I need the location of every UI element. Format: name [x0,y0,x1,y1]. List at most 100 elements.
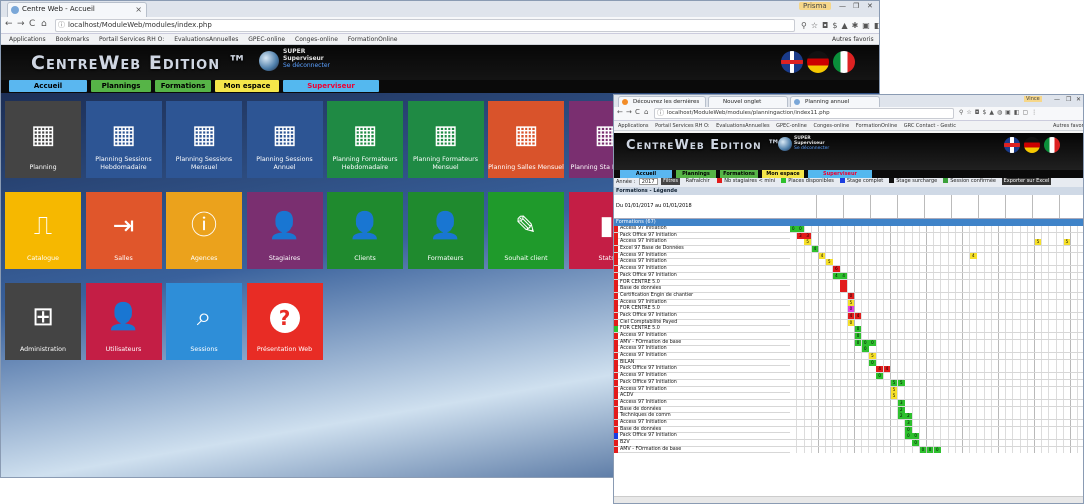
session-cell[interactable]: 5 [898,379,905,386]
table-row[interactable]: Base de données [614,286,1083,293]
session-cell[interactable]: 0 [862,346,869,353]
tile-5[interactable]: ▦ Planning Formateurs Hebdomadaire [327,101,403,178]
session-cell[interactable]: 0 [934,446,941,453]
bookmark-item[interactable]: Applications [9,36,46,43]
bookmark-item[interactable]: Portail Services RH O: [655,123,709,129]
bookmark-item[interactable]: Conges-online [295,36,338,43]
forward-icon[interactable]: → [17,19,25,29]
tab-accueil[interactable]: Centre Web - Accueil × [7,2,147,17]
table-row[interactable]: Access 97 Initiation 5 5 5 [614,239,1083,247]
logout-link[interactable]: Se déconnecter [283,62,330,70]
session-cell[interactable]: 4 [840,272,847,279]
flag-it-icon[interactable] [1044,137,1060,153]
table-row[interactable]: Access 97 Initiation 5 [614,259,1083,267]
session-cell[interactable]: 5 [847,299,855,306]
session-cell[interactable]: 0 [869,339,876,346]
bookmark-item[interactable]: Portail Services RH O: [99,36,164,43]
bookmark-item[interactable]: Conges-online [813,123,849,129]
tile-6[interactable]: ▦ Planning Formateurs Mensuel [407,101,484,178]
session-cell[interactable]: 0 [905,426,912,433]
session-cell[interactable]: 0 [847,319,855,326]
table-row[interactable]: Certification Engin de chantier 0 [614,292,1083,300]
table-row[interactable]: B2V 0 [614,440,1083,447]
table-row[interactable]: AMV - FOrmation de base 0 0 0 [614,446,1083,454]
menu-superviseur[interactable]: Superviseur [808,170,872,178]
tile-19[interactable]: ⌕ Sessions [166,283,242,360]
tile-17[interactable]: ⊞ Administration [5,283,81,360]
table-row[interactable]: ACDV 5 [614,393,1083,400]
session-cell[interactable]: 4 [854,312,862,319]
session-cell[interactable]: 4 [811,246,819,253]
table-row[interactable]: Access 97 Initiation 3 [614,399,1083,407]
back-icon[interactable]: ← [5,19,13,29]
menu-formations[interactable]: Formations [155,80,211,92]
horizontal-scrollbar[interactable] [614,496,1083,503]
flag-it-icon[interactable] [833,51,855,73]
session-cell[interactable]: 0 [912,440,919,446]
session-cell[interactable]: 5 [804,239,811,246]
session-cell[interactable] [840,279,847,286]
session-cell[interactable]: 0 [869,359,876,366]
table-row[interactable]: Access 97 Initiation 0 [614,346,1083,354]
flag-de-icon[interactable] [1024,137,1040,153]
tile-1[interactable]: ▦ Planning [5,101,81,178]
menu-accueil[interactable]: Accueil [9,80,87,92]
tile-7[interactable]: ▦ Planning Salles Mensuel [488,101,564,178]
bookmark-item[interactable]: GRC Contact - Gestic [904,123,956,129]
session-cell[interactable]: 5 [1034,239,1042,246]
table-row[interactable]: FOR CENTRE 5.0 0 [614,326,1083,333]
tile-12[interactable]: 👤 Stagiaires [246,192,323,269]
table-row[interactable]: Pack Office 97 Initiation 0 0 [614,433,1083,440]
table-row[interactable]: Access 97 Initiation 0 [614,373,1083,380]
menu-superviseur[interactable]: Superviseur [283,80,379,92]
tile-14[interactable]: 👤 Formateurs [407,192,484,269]
session-cell[interactable]: 0 [797,226,804,232]
url-input[interactable]: ⓘ localhost/ModuleWeb/modules/planningact… [654,108,954,119]
session-cell[interactable]: 0 [790,226,797,232]
session-cell[interactable]: 4 [876,366,883,373]
tile-15[interactable]: ✎ Souhait client [488,192,564,269]
close-tab-icon[interactable]: × [135,3,142,16]
menu-accueil[interactable]: Accueil [620,170,672,178]
table-row[interactable]: Pack Office 97 Initiation 4 4 [614,312,1083,320]
session-cell[interactable]: 4 [883,366,891,373]
table-row[interactable]: Pack Office 97 Initiation 4 4 [614,272,1083,280]
session-cell[interactable]: 0 [847,292,855,299]
close-window-icon[interactable]: ✕ [867,2,873,10]
session-cell[interactable]: 0 [854,339,862,346]
tab-nouvel-onglet[interactable]: Nouvel onglet [708,96,788,107]
table-row[interactable]: AMV - FOrmation de base 0 0 0 [614,339,1083,347]
url-input[interactable]: ⓘ localhost/ModuleWeb/modules/index.php [55,19,795,32]
session-cell[interactable]: 4 [833,272,840,279]
extension-icons[interactable]: ⚲☆◘$▲✱▣◧▢⋮ [801,21,879,30]
table-row[interactable]: Pack Office 97 Initiation 5 5 [614,379,1083,387]
session-cell[interactable]: 0 [905,433,912,440]
flag-uk-icon[interactable] [781,51,803,73]
minimize-icon[interactable]: — [1054,96,1060,103]
reload-icon[interactable]: C [635,108,640,116]
session-cell[interactable]: 5 [890,386,898,393]
table-row[interactable]: Base de données 0 [614,426,1083,434]
session-cell[interactable]: 0 [862,339,869,346]
session-cell[interactable]: 0 [854,333,862,339]
table-row[interactable]: Access 97 Initiation 0 0 [614,226,1083,233]
table-row[interactable]: FOR CENTRE 5.0 [614,279,1083,287]
maximize-icon[interactable]: ❐ [1066,96,1071,103]
table-row[interactable]: Access 97 Initiation 5 [614,386,1083,394]
home-icon[interactable]: ⌂ [644,108,648,116]
export-excel-button[interactable]: Exporter sur Excel [1001,178,1052,185]
bookmark-item[interactable]: Applications [618,123,649,129]
menu-mon-espace[interactable]: Mon espace [762,170,804,178]
table-row[interactable]: BILAN 0 [614,359,1083,367]
session-cell[interactable]: 2 [905,413,912,420]
table-row[interactable]: Access 97 Initiation 5 [614,353,1083,360]
flag-uk-icon[interactable] [1004,137,1020,153]
tile-2[interactable]: ▦ Planning Sessions Hebdomadaire [85,101,162,178]
session-cell[interactable]: 4 [847,312,855,319]
menu-plannings[interactable]: Plannings [676,170,716,178]
table-row[interactable]: Access 97 Initiation 5 [614,299,1083,307]
session-cell[interactable]: 0 [876,373,883,380]
other-bookmarks[interactable]: Autres favoris [829,34,877,44]
table-row[interactable]: Ciel Comptabilité Payed 0 [614,319,1083,327]
filters-button[interactable]: Filtres [661,178,680,185]
